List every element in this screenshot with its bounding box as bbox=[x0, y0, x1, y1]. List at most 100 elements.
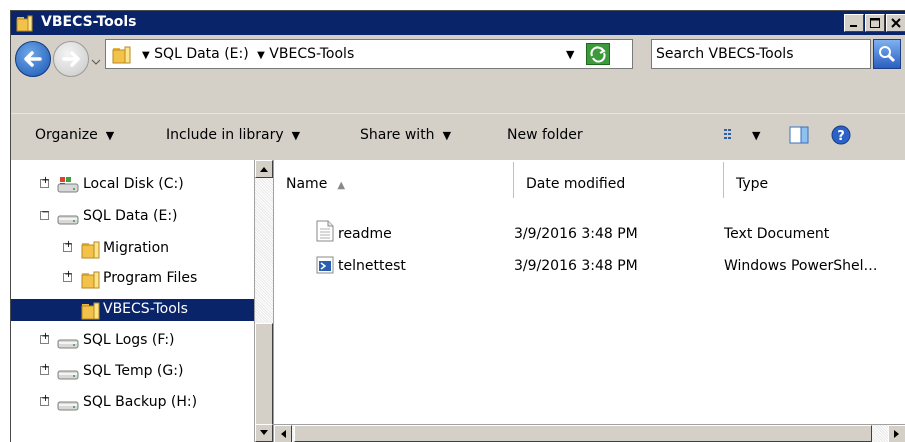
column-type-label: Type bbox=[736, 176, 769, 192]
arrow-down-icon bbox=[260, 430, 268, 435]
command-toolbar: Organize ▼ Include in library ▼ Share with… bbox=[11, 113, 905, 161]
share-with-menu[interactable]: Share with ▼ bbox=[360, 127, 451, 143]
chevron-down-icon: ▼ bbox=[105, 129, 115, 142]
chevron-down-icon: ▼ bbox=[291, 129, 301, 142]
svg-text:?: ? bbox=[837, 129, 845, 144]
folder-icon bbox=[81, 239, 101, 263]
navigation-vertical-scrollbar[interactable] bbox=[254, 160, 273, 442]
scroll-left-button[interactable] bbox=[274, 425, 292, 442]
arrow-right-icon bbox=[894, 430, 899, 438]
scroll-thumb[interactable] bbox=[255, 323, 273, 428]
scroll-down-button[interactable] bbox=[255, 424, 273, 442]
explorer-window: VBECS-Tools ▼ SQL Data (E:) ▼ VBECS-Tool… bbox=[10, 10, 905, 442]
address-bar[interactable]: ▼ SQL Data (E:) ▼ VBECS-Tools ▼ bbox=[105, 39, 633, 69]
folder-icon bbox=[81, 300, 101, 324]
drive-icon bbox=[57, 362, 79, 386]
file-name: readme bbox=[338, 226, 392, 242]
tree-item[interactable]: + Program Files bbox=[11, 268, 254, 290]
sort-ascending-icon: ▲ bbox=[337, 180, 346, 191]
tree-item[interactable]: VBECS-Tools bbox=[11, 299, 254, 321]
column-name-label: Name bbox=[286, 176, 328, 192]
tree-item[interactable]: − SQL Data (E:) bbox=[11, 206, 254, 228]
preview-pane-button[interactable] bbox=[789, 125, 809, 149]
recent-pages-dropdown[interactable] bbox=[91, 55, 101, 65]
breadcrumb-sql-data[interactable]: SQL Data (E:) bbox=[154, 46, 249, 62]
address-dropdown-icon[interactable]: ▼ bbox=[566, 48, 574, 61]
file-row[interactable]: readme 3/9/2016 3:48 PM Text Document bbox=[274, 220, 905, 248]
tree-item-label: SQL Logs (F:) bbox=[83, 332, 175, 348]
folder-icon bbox=[81, 269, 101, 293]
column-date-label: Date modified bbox=[526, 176, 626, 192]
file-date-modified: 3/9/2016 3:48 PM bbox=[514, 226, 638, 242]
close-button[interactable] bbox=[886, 14, 905, 32]
chevron-down-icon bbox=[91, 59, 101, 65]
tree-item-label: Local Disk (C:) bbox=[83, 176, 184, 192]
file-list-horizontal-scrollbar[interactable] bbox=[274, 424, 905, 442]
help-icon: ? bbox=[831, 125, 851, 145]
column-header-type[interactable]: Type bbox=[724, 162, 905, 198]
file-type: Text Document bbox=[724, 226, 830, 242]
breadcrumb-separator-icon[interactable]: ▼ bbox=[257, 50, 265, 61]
file-row[interactable]: telnettest 3/9/2016 3:48 PM Windows Powe… bbox=[274, 252, 905, 280]
file-type: Windows PowerShel… bbox=[724, 258, 878, 274]
tree-item[interactable]: + Local Disk (C:) bbox=[11, 174, 254, 196]
include-in-library-label: Include in library bbox=[166, 127, 284, 143]
column-header-name[interactable]: Name ▲ bbox=[274, 162, 514, 198]
include-in-library-menu[interactable]: Include in library ▼ bbox=[166, 127, 300, 143]
maximize-button[interactable] bbox=[865, 14, 885, 32]
scroll-right-button[interactable] bbox=[888, 425, 905, 442]
folder-icon bbox=[16, 14, 34, 36]
organize-label: Organize bbox=[35, 127, 98, 143]
powershell-file-icon bbox=[316, 256, 334, 278]
tree-item-label: SQL Backup (H:) bbox=[83, 394, 198, 410]
refresh-icon bbox=[590, 46, 606, 63]
tree-item-label: SQL Temp (G:) bbox=[83, 363, 184, 379]
help-button[interactable]: ? bbox=[831, 125, 851, 149]
search-input[interactable]: Search VBECS-Tools bbox=[651, 39, 871, 69]
breadcrumb-vbecs-tools[interactable]: VBECS-Tools bbox=[269, 46, 354, 62]
expand-icon[interactable]: + bbox=[40, 175, 50, 188]
tree-item[interactable]: + SQL Logs (F:) bbox=[11, 330, 254, 352]
expand-icon[interactable]: + bbox=[40, 362, 50, 375]
minimize-button[interactable] bbox=[844, 14, 864, 32]
breadcrumb-separator-icon[interactable]: ▼ bbox=[142, 50, 150, 61]
tree-item[interactable]: + Migration bbox=[11, 238, 254, 260]
tree-item[interactable]: + SQL Temp (G:) bbox=[11, 361, 254, 383]
search-button[interactable] bbox=[873, 39, 901, 69]
expand-icon[interactable]: + bbox=[40, 393, 50, 406]
view-options-button[interactable] bbox=[723, 127, 739, 147]
view-list-icon bbox=[724, 129, 731, 139]
back-arrow-icon bbox=[24, 51, 42, 67]
search-placeholder: Search VBECS-Tools bbox=[656, 46, 794, 62]
tree-item-label: Migration bbox=[103, 240, 170, 256]
arrow-up-icon bbox=[260, 167, 268, 172]
refresh-button[interactable] bbox=[586, 43, 610, 65]
scroll-thumb[interactable] bbox=[294, 425, 872, 442]
file-date-modified: 3/9/2016 3:48 PM bbox=[514, 258, 638, 274]
forward-button[interactable] bbox=[53, 41, 89, 77]
organize-menu[interactable]: Organize ▼ bbox=[35, 127, 114, 143]
expand-icon[interactable]: + bbox=[40, 331, 50, 344]
arrow-left-icon bbox=[281, 430, 286, 438]
window-title: VBECS-Tools bbox=[41, 14, 137, 30]
back-button[interactable] bbox=[15, 41, 51, 77]
share-with-label: Share with bbox=[360, 127, 435, 143]
drive-icon bbox=[57, 175, 79, 199]
view-options-dropdown-icon[interactable]: ▼ bbox=[752, 129, 760, 142]
collapse-icon[interactable]: − bbox=[40, 207, 50, 220]
tree-item[interactable]: + SQL Backup (H:) bbox=[11, 392, 254, 414]
file-list-pane: Name ▲ Date modified Type readme 3/9/2016… bbox=[274, 160, 905, 442]
drive-icon bbox=[57, 207, 79, 231]
preview-pane-icon bbox=[789, 126, 809, 144]
new-folder-button[interactable]: New folder bbox=[507, 127, 583, 143]
navigation-bar: ▼ SQL Data (E:) ▼ VBECS-Tools ▼ Search V… bbox=[11, 35, 905, 113]
tree-item-label: VBECS-Tools bbox=[103, 301, 188, 317]
expand-icon[interactable]: + bbox=[63, 239, 73, 252]
chevron-down-icon: ▼ bbox=[442, 129, 452, 142]
expand-icon[interactable]: + bbox=[63, 269, 73, 282]
scroll-up-button[interactable] bbox=[255, 160, 273, 178]
column-header-date-modified[interactable]: Date modified bbox=[514, 162, 724, 198]
tree-item-label: SQL Data (E:) bbox=[83, 208, 178, 224]
drive-icon bbox=[57, 331, 79, 355]
title-bar[interactable]: VBECS-Tools bbox=[11, 11, 905, 35]
